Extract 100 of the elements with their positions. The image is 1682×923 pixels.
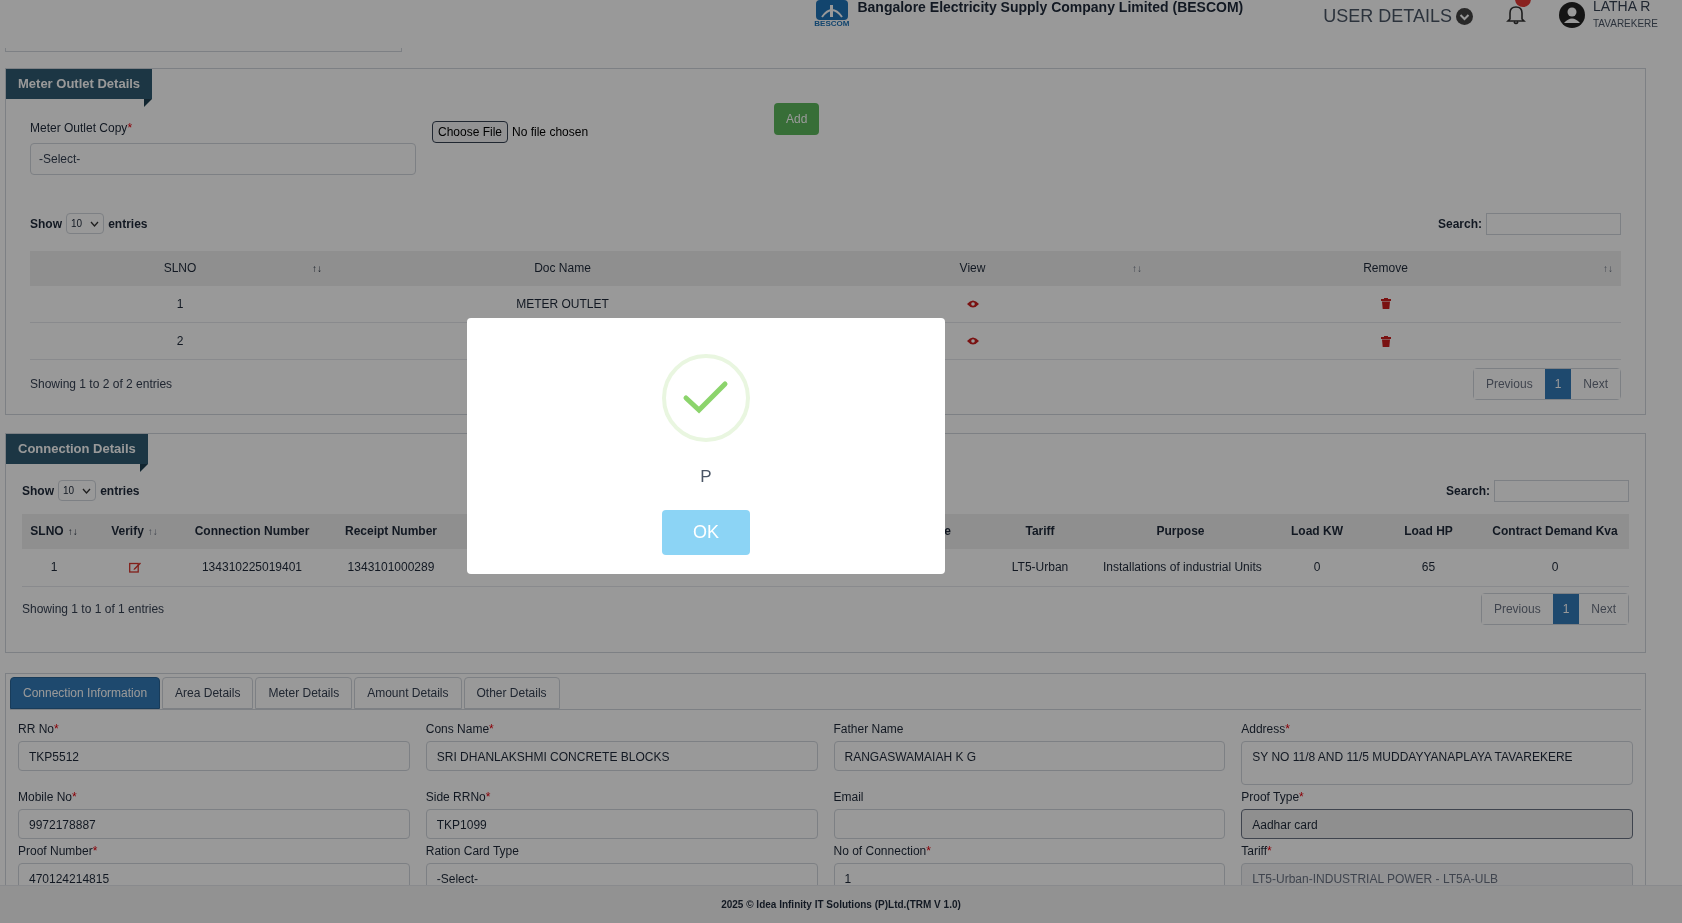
page-button[interactable]: 1 [1544,369,1572,399]
sort-icon[interactable]: ↑↓ [1603,260,1613,276]
tab[interactable]: Connection Information [10,677,161,709]
meter-outlet-select[interactable]: -Select- [30,142,416,175]
column-header: Doc Name [534,260,591,277]
company-name: Bangalore Electricity Supply Company Limited (BESCOM) [857,0,1244,17]
trash-icon[interactable] [1380,335,1391,347]
column-header: Tariff [1025,523,1055,540]
show-label: Show [30,215,62,233]
footer-text: 2025 © Idea Infinity IT Solutions (P)Ltd.(TRM V 1.0) [721,898,961,912]
table-cell: 134310225019401 [201,560,303,575]
field-label: Side RRNo [425,789,486,806]
page-size-select[interactable]: 10 [66,213,105,234]
required-mark: * [1285,721,1290,738]
notification-badge [1515,0,1531,7]
chevron-down-icon [1456,8,1473,25]
search-label: Search: [1445,482,1490,500]
tab[interactable]: Meter Details [255,677,353,709]
field-label: Email [833,789,864,806]
required-mark: * [1299,789,1304,806]
column-header: e [944,523,951,540]
search-field[interactable] [1494,479,1629,502]
column-header: Verify [111,523,144,540]
column-header: SLNO [30,523,64,540]
input-field[interactable] [833,809,1226,839]
user-details-button[interactable]: USER DETAILS [1323,3,1473,30]
table-info: Showing 1 to 1 of 1 entries [22,601,165,618]
column-header: Load HP [1404,523,1453,540]
chevron-down-icon [90,220,100,227]
required-mark: * [926,843,931,860]
table-cell: 0 [1551,560,1559,575]
table-cell: 1 [176,296,184,311]
sort-icon[interactable]: ↑↓ [67,523,78,539]
file-status: No file chosen [512,123,589,141]
sort-icon[interactable]: ↑↓ [312,260,322,276]
sort-icon[interactable]: ↑↓ [1132,260,1142,276]
chevron-down-icon [82,487,92,494]
ribbon-fold-icon [144,98,153,107]
entries-label: entries [100,482,140,500]
table-cell: LT5-Urban [1011,560,1069,575]
user-avatar-icon[interactable] [1559,2,1585,28]
sort-icon[interactable]: ↑↓ [147,523,158,539]
column-header: View [959,260,986,277]
required-mark: * [92,843,98,860]
eye-icon[interactable] [966,337,979,345]
required-mark: * [489,721,494,738]
tab[interactable]: Other Details [463,677,560,709]
input-field[interactable]: RANGASWAMAIAH K G [833,741,1226,771]
tab[interactable]: Area Details [162,677,254,709]
field-label: Tariff [1241,843,1268,860]
ribbon-fold-icon [139,463,148,472]
required-mark: * [1267,843,1272,860]
choose-file-button[interactable]: Choose File [432,120,509,143]
column-header: Receipt Number [345,523,437,540]
column-header: SLNO [163,260,197,277]
field-label: Meter Outlet Copy [30,119,128,137]
user-name: LATHA R [1593,0,1652,16]
edit-icon[interactable] [128,561,141,574]
input-field[interactable]: TKP5512 [18,741,410,771]
page-size-select[interactable]: 10 [58,480,97,501]
field-label: No of Connection [833,843,927,860]
table-cell: 65 [1421,560,1436,575]
entries-label: entries [108,215,148,233]
table-cell: 1343101000289 [347,560,435,575]
table-cell: 1 [50,560,58,575]
bell-icon[interactable] [1505,3,1527,25]
field-label: Proof Type [1241,789,1300,806]
table-cell: 2 [176,334,184,348]
search-label: Search: [1437,215,1482,233]
search-field[interactable] [1486,212,1621,235]
textarea-field[interactable]: SY NO 11/8 AND 11/5 MUDDAYYANAPLAYA TAVAREKERE [1241,741,1633,785]
field-label: RR No [18,721,54,738]
column-header: Load KW [1291,523,1343,540]
required-mark: * [127,119,133,137]
user-location: TAVAREKERE [1593,16,1658,31]
column-header: Connection Number [194,523,310,540]
dialog-message: P [700,466,712,488]
section-title: Meter Outlet Details [6,69,153,99]
field-label: Cons Name [425,721,490,738]
table-cell: 0 [1313,560,1321,575]
tab[interactable]: Amount Details [354,677,462,709]
field-label: Ration Card Type [425,843,519,860]
required-mark: * [54,721,59,738]
table-info: Showing 1 to 2 of 2 entries [30,376,173,393]
table-cell: METER OUTLET [516,296,609,311]
trash-icon[interactable] [1380,298,1391,310]
eye-icon[interactable] [966,299,979,308]
column-header: Contract Demand Kva [1492,523,1618,540]
field-label: Father Name [833,721,904,738]
input-field[interactable]: SRI DHANLAKSHMI CONCRETE BLOCKS [425,741,818,771]
page-button[interactable]: 1 [1552,594,1580,624]
column-header: Remove [1363,260,1408,277]
field-label: Address [1241,721,1286,738]
input-field[interactable]: TKP1099 [425,809,818,839]
input-field[interactable]: 9972178887 [18,809,410,839]
required-mark: * [72,789,77,806]
required-mark: * [485,789,491,806]
select-field[interactable]: Aadhar card [1241,809,1633,839]
section-title: Connection Details [6,434,148,464]
field-label: Proof Number [18,843,93,860]
